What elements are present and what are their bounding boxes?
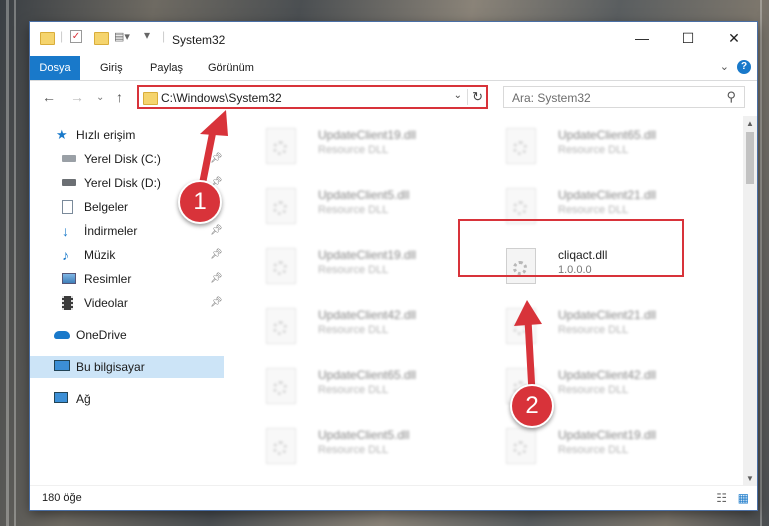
callout-badge-1: 1	[178, 180, 222, 224]
arrow-2	[524, 316, 536, 396]
callout-arrows	[196, 110, 542, 396]
callout-badge-2: 2	[510, 384, 554, 428]
arrow-1-head	[200, 110, 228, 136]
arrow-2-head	[514, 300, 542, 326]
